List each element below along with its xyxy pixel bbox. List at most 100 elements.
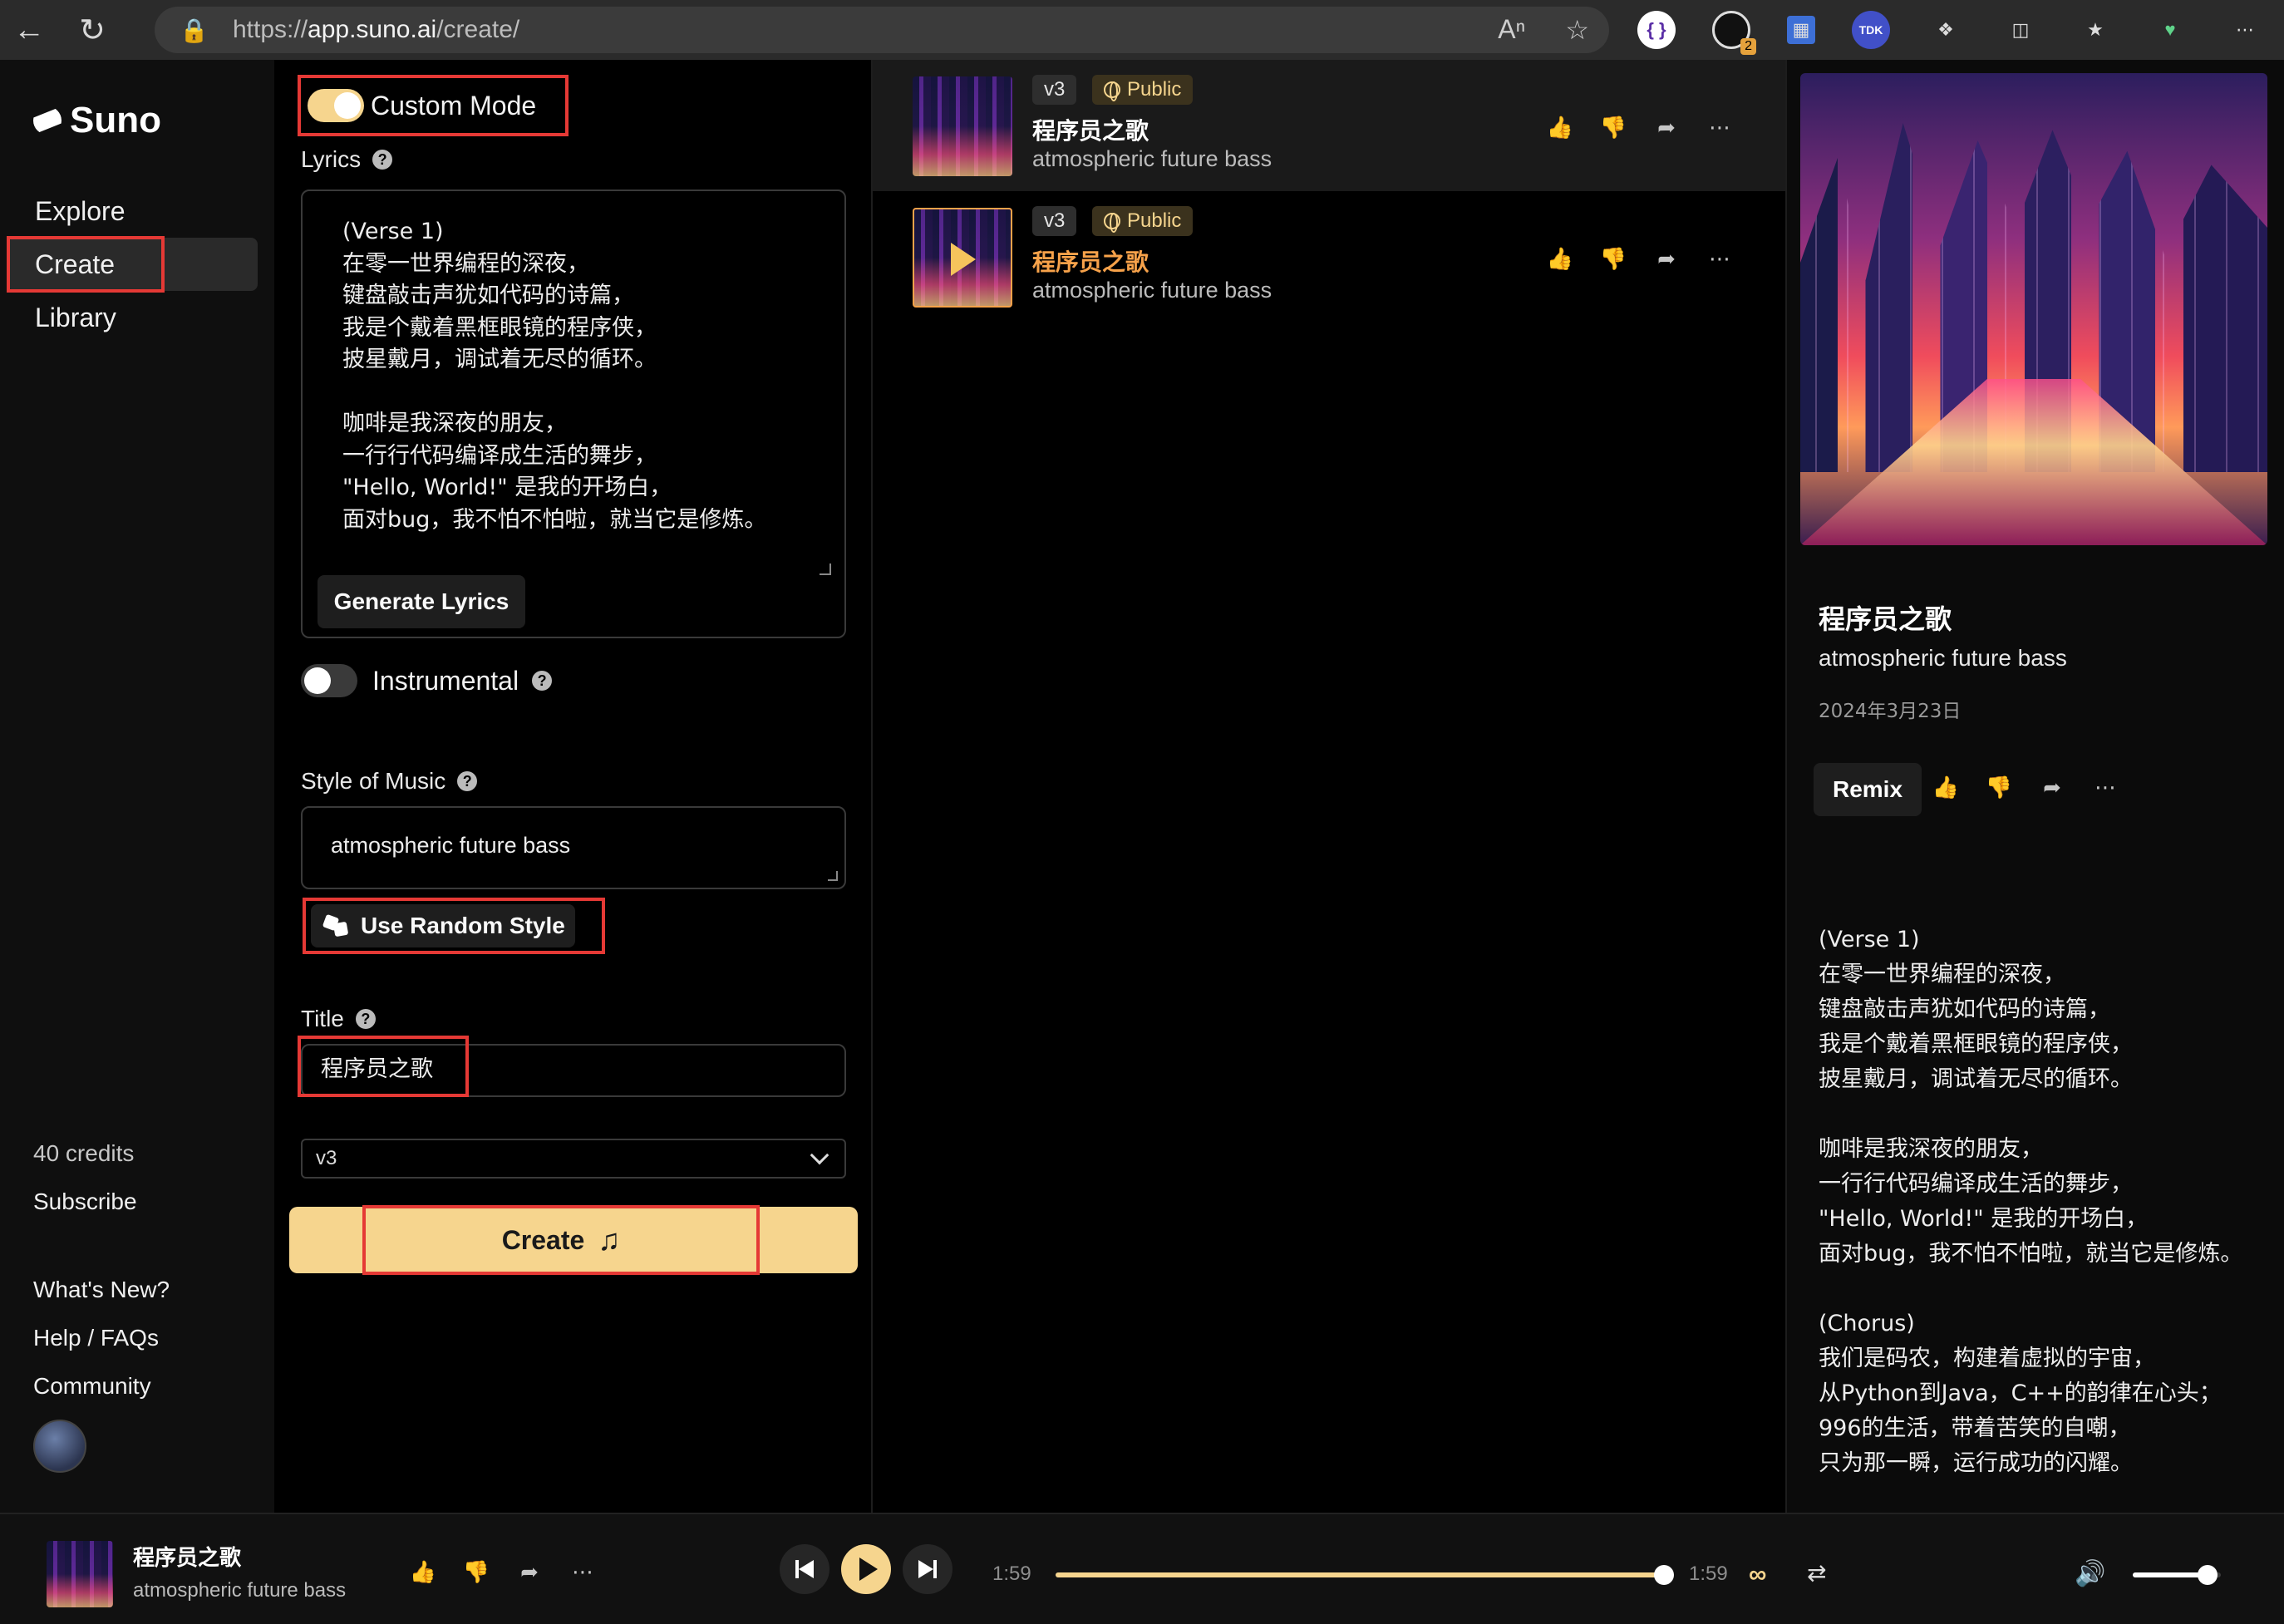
generate-lyrics-button[interactable]: Generate Lyrics (317, 575, 525, 628)
progress-handle[interactable] (1654, 1565, 1674, 1585)
more-menu-icon[interactable]: ⋯ (2226, 11, 2264, 49)
help-icon[interactable]: ? (457, 771, 478, 791)
use-random-style-button[interactable]: Use Random Style (311, 904, 575, 947)
instrumental-toggle-row[interactable]: Instrumental ? (301, 660, 553, 701)
sidebar-item-create[interactable]: Create (7, 236, 258, 293)
globe-icon (1104, 81, 1120, 101)
skip-back-icon (795, 1560, 814, 1578)
lyrics-text[interactable]: (Verse 1) 在零一世界编程的深夜， 键盘敲击声犹如代码的诗篇， 我是个戴… (342, 216, 833, 557)
subscribe-link[interactable]: Subscribe (33, 1188, 137, 1215)
public-badge: Public (1092, 75, 1194, 105)
extension-icon[interactable]: 2 (1712, 11, 1756, 55)
thumbs-down-icon[interactable]: 👎 (1986, 775, 2012, 800)
song-cover-image[interactable] (913, 208, 1012, 308)
repeat-icon[interactable]: ⇄ (1807, 1559, 1826, 1587)
help-icon[interactable]: ? (372, 150, 393, 170)
json-extension-icon[interactable]: { } (1637, 11, 1676, 49)
create-form: Custom Mode Lyrics ? (Verse 1) 在零一世界编程的深… (274, 60, 871, 1513)
play-button[interactable] (841, 1544, 891, 1594)
reload-icon[interactable]: ↻ (63, 0, 121, 60)
list-item[interactable]: v3 Public 程序员之歌 atmospheric future bass … (873, 191, 1785, 322)
extension-badge: 2 (1740, 38, 1756, 55)
share-icon[interactable]: ➦ (1654, 115, 1679, 140)
volume-slider[interactable] (2133, 1565, 2221, 1585)
progress-fill (1056, 1572, 1664, 1577)
thumbs-down-icon[interactable]: 👎 (1600, 246, 1627, 271)
dice-icon (324, 916, 347, 936)
resize-handle-icon[interactable] (828, 871, 838, 881)
lyrics-textarea[interactable]: (Verse 1) 在零一世界编程的深夜， 键盘敲击声犹如代码的诗篇， 我是个戴… (301, 189, 846, 638)
health-icon[interactable]: ♥ (2151, 11, 2189, 49)
thumbs-down-icon[interactable]: 👎 (1600, 115, 1627, 140)
split-screen-icon[interactable]: ◫ (2001, 11, 2040, 49)
create-button[interactable]: Create ♫ (289, 1205, 858, 1275)
tdk-extension-icon[interactable]: TDK (1852, 11, 1890, 49)
title-label-row: Title ? (301, 1006, 376, 1032)
detail-lyrics: (Verse 1) 在零一世界编程的深夜， 键盘敲击声犹如代码的诗篇， 我是个戴… (1819, 927, 2243, 1476)
previous-track-button[interactable] (780, 1544, 829, 1594)
share-icon[interactable]: ➦ (2040, 775, 2065, 800)
remix-button[interactable]: Remix (1814, 763, 1922, 816)
more-options-icon[interactable]: ⋯ (1707, 115, 1732, 140)
instrumental-toggle[interactable] (301, 664, 357, 697)
thumbs-up-icon[interactable]: 👍 (1547, 115, 1573, 140)
player-cover-image[interactable] (47, 1541, 113, 1607)
back-icon[interactable]: ← (0, 0, 58, 60)
song-cover-art (1800, 73, 2267, 545)
chevron-down-icon (810, 1145, 829, 1165)
elapsed-time: 1:59 (992, 1562, 1031, 1585)
player-song-title[interactable]: 程序员之歌 (133, 1541, 241, 1572)
version-badge: v3 (1032, 206, 1077, 236)
style-of-music-input[interactable]: atmospheric future bass (301, 806, 846, 889)
volume-icon[interactable]: 🔊 (2075, 1559, 2105, 1588)
create-button-label: Create ♫ (362, 1205, 760, 1275)
sidebar-item-explore[interactable]: Explore (8, 185, 258, 238)
address-bar[interactable]: 🔒 https://app.suno.ai/create/ Aⁿ ☆ (155, 7, 1609, 53)
model-version-select[interactable]: v3 (301, 1139, 846, 1179)
instrumental-label: Instrumental (372, 665, 519, 696)
thumbs-down-icon[interactable]: 👎 (463, 1559, 490, 1584)
help-faqs-link[interactable]: Help / FAQs (33, 1325, 159, 1351)
next-track-button[interactable] (903, 1544, 952, 1594)
loop-icon[interactable]: ∞ (1749, 1561, 1766, 1589)
suno-logo-icon (33, 106, 62, 135)
volume-handle[interactable] (2198, 1565, 2218, 1585)
title-input-value[interactable]: 程序员之歌 (298, 1036, 469, 1097)
progress-slider[interactable] (1056, 1565, 1674, 1585)
suno-logo[interactable]: Suno (33, 100, 161, 141)
custom-mode-toggle-row[interactable]: Custom Mode (298, 75, 569, 136)
song-cover-image[interactable] (913, 76, 1012, 176)
detail-song-date: 2024年3月23日 (1819, 701, 1962, 722)
custom-mode-toggle[interactable] (308, 89, 364, 122)
help-icon[interactable]: ? (355, 1009, 376, 1029)
resize-handle-icon[interactable] (820, 563, 831, 575)
share-icon[interactable]: ➦ (1654, 246, 1679, 271)
sidebar-nav: Explore Create Library (7, 185, 258, 344)
list-item[interactable]: v3 Public 程序员之歌 atmospheric future bass … (873, 60, 1785, 191)
puzzle-extensions-icon[interactable]: ❖ (1927, 11, 1965, 49)
song-style: atmospheric future bass (1032, 278, 1272, 303)
calendar-extension-icon[interactable]: ▦ (1787, 16, 1815, 44)
share-icon[interactable]: ➦ (517, 1559, 542, 1584)
sidebar-item-library[interactable]: Library (8, 291, 258, 344)
song-title[interactable]: 程序员之歌 (1032, 244, 1149, 278)
favorite-star-icon[interactable]: ☆ (1565, 14, 1589, 46)
favorites-icon[interactable]: ★ (2076, 11, 2114, 49)
more-options-icon[interactable]: ⋯ (570, 1559, 595, 1584)
play-icon[interactable] (951, 243, 976, 276)
avatar[interactable] (33, 1420, 86, 1473)
url-text[interactable]: https://app.suno.ai/create/ (233, 16, 519, 44)
song-detail-panel: 程序员之歌 atmospheric future bass 2024年3月23日… (1787, 60, 2284, 1513)
player-song-style: atmospheric future bass (133, 1579, 347, 1602)
community-link[interactable]: Community (33, 1373, 151, 1400)
more-options-icon[interactable]: ⋯ (2093, 775, 2118, 800)
help-icon[interactable]: ? (532, 671, 553, 691)
more-options-icon[interactable]: ⋯ (1707, 246, 1732, 271)
song-title[interactable]: 程序员之歌 (1032, 113, 1149, 146)
thumbs-up-icon[interactable]: 👍 (410, 1559, 436, 1584)
thumbs-up-icon[interactable]: 👍 (1547, 246, 1573, 271)
use-random-style-button-highlight[interactable]: Use Random Style (303, 898, 605, 954)
whats-new-link[interactable]: What's New? (33, 1277, 170, 1303)
read-aloud-icon[interactable]: Aⁿ (1498, 14, 1525, 46)
thumbs-up-icon[interactable]: 👍 (1932, 775, 1959, 800)
